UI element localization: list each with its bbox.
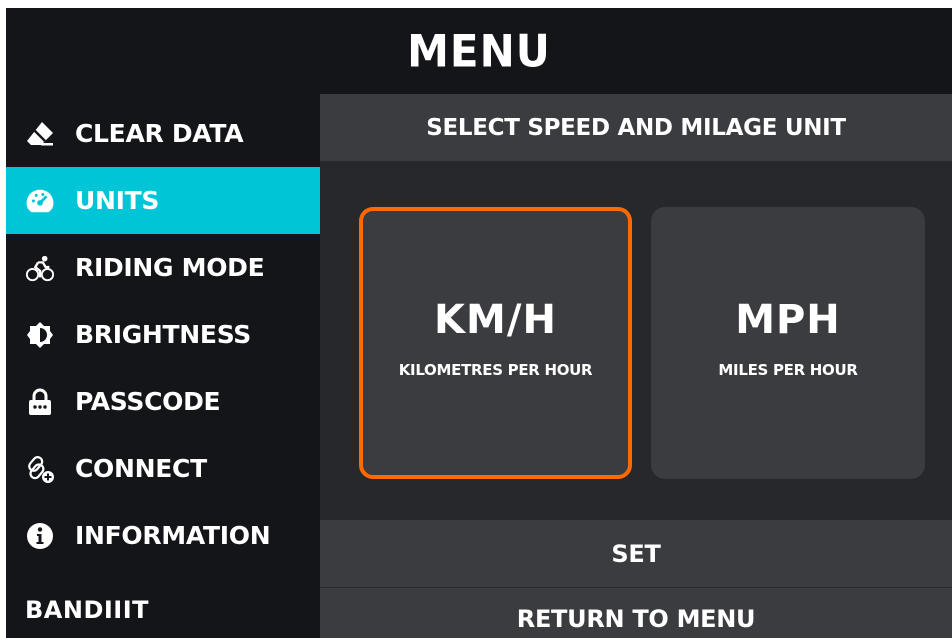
link-plus-icon <box>25 454 55 484</box>
set-button[interactable]: SET <box>320 520 952 587</box>
info-icon <box>25 521 55 551</box>
sidebar-item-label: INFORMATION <box>75 521 271 550</box>
speedometer-icon <box>25 186 55 216</box>
brand-logo: BANDIIIT <box>25 596 150 624</box>
sidebar-item-units[interactable]: UNITS <box>6 167 320 234</box>
option-sub-label: MILES PER HOUR <box>718 361 858 379</box>
option-main-label: MPH <box>735 297 841 343</box>
sidebar-item-label: PASSCODE <box>75 387 221 416</box>
return-to-menu-label: RETURN TO MENU <box>516 605 756 633</box>
device-screen: MENU CLEAR DATA UNITS RIDING MODE BRIGHT… <box>6 8 952 638</box>
sidebar-item-label: RIDING MODE <box>75 253 265 282</box>
sidebar-item-label: UNITS <box>75 186 160 215</box>
sidebar-item-connect[interactable]: CONNECT <box>6 435 320 502</box>
sidebar-item-information[interactable]: INFORMATION <box>6 502 320 569</box>
sidebar-item-clear-data[interactable]: CLEAR DATA <box>6 100 320 167</box>
sidebar-item-passcode[interactable]: PASSCODE <box>6 368 320 435</box>
return-to-menu-button[interactable]: RETURN TO MENU <box>320 588 952 638</box>
units-panel: SELECT SPEED AND MILAGE UNIT KM/H KILOME… <box>320 94 952 638</box>
eraser-icon <box>25 119 55 149</box>
sidebar-item-riding-mode[interactable]: RIDING MODE <box>6 234 320 301</box>
sidebar-item-label: CLEAR DATA <box>75 119 244 148</box>
option-main-label: KM/H <box>434 297 557 343</box>
cyclist-icon <box>25 253 55 283</box>
option-kmh[interactable]: KM/H KILOMETRES PER HOUR <box>359 207 632 479</box>
menu-header: MENU <box>6 8 952 94</box>
sidebar-item-label: BRIGHTNESS <box>75 320 251 349</box>
brightness-icon <box>25 320 55 350</box>
page-title: MENU <box>407 25 551 77</box>
sidebar-item-label: CONNECT <box>75 454 207 483</box>
option-mph[interactable]: MPH MILES PER HOUR <box>651 207 925 479</box>
option-sub-label: KILOMETRES PER HOUR <box>398 361 593 379</box>
sidebar: CLEAR DATA UNITS RIDING MODE BRIGHTNESS … <box>6 94 320 638</box>
lock-icon <box>25 387 55 417</box>
sidebar-item-brightness[interactable]: BRIGHTNESS <box>6 301 320 368</box>
panel-title: SELECT SPEED AND MILAGE UNIT <box>320 94 952 161</box>
